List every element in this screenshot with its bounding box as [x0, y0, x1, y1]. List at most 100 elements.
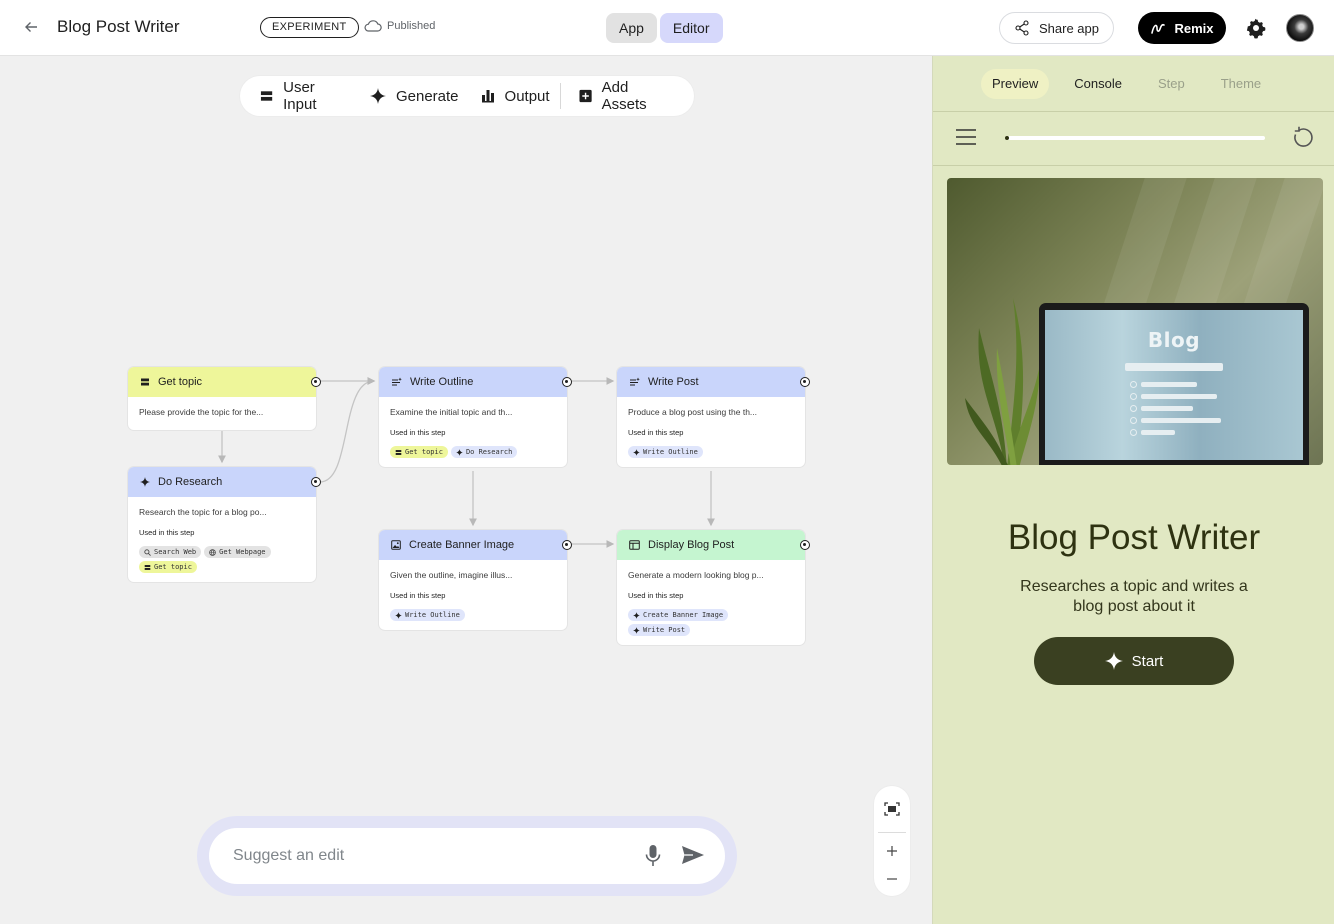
image-generate-icon [391, 540, 401, 550]
step-chips: Write Outline [390, 609, 556, 621]
node-get-topic[interactable]: Get topic Please provide the topic for t… [128, 367, 321, 430]
used-in-step-label: Used in this step [628, 591, 684, 600]
step-chips: Get topic Do Research [390, 446, 556, 458]
text-generate-icon [392, 377, 402, 386]
sparkle-icon [633, 611, 640, 619]
chip-do-research[interactable]: Do Research [450, 446, 518, 458]
search-icon [144, 548, 151, 556]
share-app-label: Share app [1039, 20, 1099, 36]
experiment-badge: EXPERIMENT [260, 17, 359, 38]
restart-button[interactable] [1291, 126, 1315, 155]
zoom-out-button[interactable] [874, 868, 910, 890]
hero-image: Blog [947, 178, 1323, 465]
arrow-back-icon [25, 22, 37, 32]
hero-blog-text: Blog [1147, 328, 1201, 352]
graph-canvas[interactable]: User Input Generate Output Add Assets Ge… [0, 56, 932, 924]
mode-switch: App Editor [606, 13, 723, 43]
top-bar: Blog Post Writer EXPERIMENT Published Ap… [0, 0, 1334, 56]
node-header: Write Post [617, 367, 810, 397]
node-display-blog-post[interactable]: Display Blog Post Generate a modern look… [617, 530, 810, 645]
chip-write-outline[interactable]: Write Outline [628, 446, 703, 458]
sparkle-icon [1104, 652, 1123, 670]
laptop-illustration: Blog [1039, 303, 1309, 465]
chip-get-topic[interactable]: Get topic [139, 561, 197, 573]
user-input-icon [395, 449, 402, 455]
tab-theme[interactable]: Theme [1210, 69, 1272, 99]
sparkle-icon [633, 626, 640, 634]
tab-step[interactable]: Step [1147, 69, 1196, 99]
tab-preview[interactable]: Preview [981, 68, 1050, 99]
used-in-step-label: Used in this step [390, 591, 446, 600]
output-port[interactable] [311, 377, 321, 387]
suggest-placeholder: Suggest an edit [233, 847, 345, 864]
share-app-button[interactable]: Share app [999, 12, 1114, 44]
settings-button[interactable] [1244, 16, 1268, 40]
step-chips: Create Banner Image Write Post [628, 609, 748, 636]
globe-icon [209, 548, 216, 556]
node-description: Examine the initial topic and th... [390, 407, 513, 417]
output-port[interactable] [562, 377, 572, 387]
node-title: Display Blog Post [648, 539, 735, 551]
chip-write-outline[interactable]: Write Outline [390, 609, 465, 621]
node-title: Do Research [158, 476, 223, 488]
chip-get-webpage[interactable]: Get Webpage [204, 546, 271, 558]
text-generate-icon [630, 377, 640, 386]
step-chips: Search Web Get Webpage Get topic [139, 546, 305, 573]
chip-write-post[interactable]: Write Post [628, 624, 691, 636]
microphone-button[interactable] [645, 844, 661, 873]
preview-panel: Preview Console Step Theme Blog Blog Pos… [932, 56, 1334, 924]
published-label: Published [387, 19, 436, 32]
chip-create-banner-image[interactable]: Create Banner Image [628, 609, 729, 621]
suggest-edit-input[interactable]: Suggest an edit [209, 828, 725, 884]
fit-view-button[interactable] [874, 798, 910, 820]
minus-icon [887, 878, 897, 880]
start-button[interactable]: Start [1034, 637, 1234, 685]
output-port[interactable] [562, 540, 572, 550]
laptop-screen: Blog [1045, 310, 1303, 460]
remix-button[interactable]: Remix [1138, 12, 1226, 44]
mode-app-button[interactable]: App [606, 13, 657, 43]
zoom-in-button[interactable] [874, 840, 910, 862]
output-port[interactable] [800, 377, 810, 387]
node-do-research[interactable]: Do Research Research the topic for a blo… [128, 467, 321, 582]
chip-get-topic[interactable]: Get topic [390, 446, 448, 458]
zoom-divider [878, 832, 906, 833]
sparkle-icon [455, 448, 463, 456]
node-header: Write Outline [379, 367, 572, 397]
sparkle-icon [395, 611, 402, 619]
node-description: Given the outline, imagine illus... [390, 570, 513, 580]
node-write-outline[interactable]: Write Outline Examine the initial topic … [379, 367, 572, 467]
send-button[interactable] [681, 845, 705, 870]
back-button[interactable] [18, 14, 44, 40]
mode-editor-button[interactable]: Editor [659, 13, 723, 43]
user-avatar[interactable] [1286, 14, 1314, 42]
step-chips: Write Outline [628, 446, 794, 458]
hamburger-menu-icon [956, 129, 976, 145]
node-create-banner-image[interactable]: Create Banner Image Given the outline, i… [379, 530, 572, 630]
sparkle-icon [633, 448, 640, 456]
remix-icon [1151, 23, 1166, 34]
plus-icon [887, 846, 897, 856]
fit-screen-icon [884, 802, 900, 816]
gear-icon [1246, 18, 1266, 39]
remix-label: Remix [1174, 20, 1214, 36]
node-header: Create Banner Image [379, 530, 572, 560]
panel-tabs: Preview Console Step Theme [933, 56, 1334, 112]
output-port[interactable] [311, 477, 321, 487]
menu-button[interactable] [955, 128, 977, 151]
node-write-post[interactable]: Write Post Produce a blog post using the… [617, 367, 810, 467]
node-description: Generate a modern looking blog p... [628, 570, 764, 580]
used-in-step-label: Used in this step [628, 428, 684, 437]
preview-app-subtitle: Researches a topic and writes a blog pos… [1020, 578, 1248, 615]
user-input-icon [144, 564, 151, 570]
node-header: Get topic [128, 367, 321, 397]
run-progress-fill [1005, 136, 1009, 140]
tab-console[interactable]: Console [1063, 69, 1133, 99]
chip-search-web[interactable]: Search Web [139, 546, 202, 558]
published-status: Published [364, 19, 435, 32]
share-icon [1015, 20, 1029, 36]
refresh-icon [1294, 126, 1313, 147]
node-description: Produce a blog post using the th... [628, 407, 758, 417]
node-description: Please provide the topic for the... [139, 407, 264, 417]
output-port[interactable] [800, 540, 810, 550]
